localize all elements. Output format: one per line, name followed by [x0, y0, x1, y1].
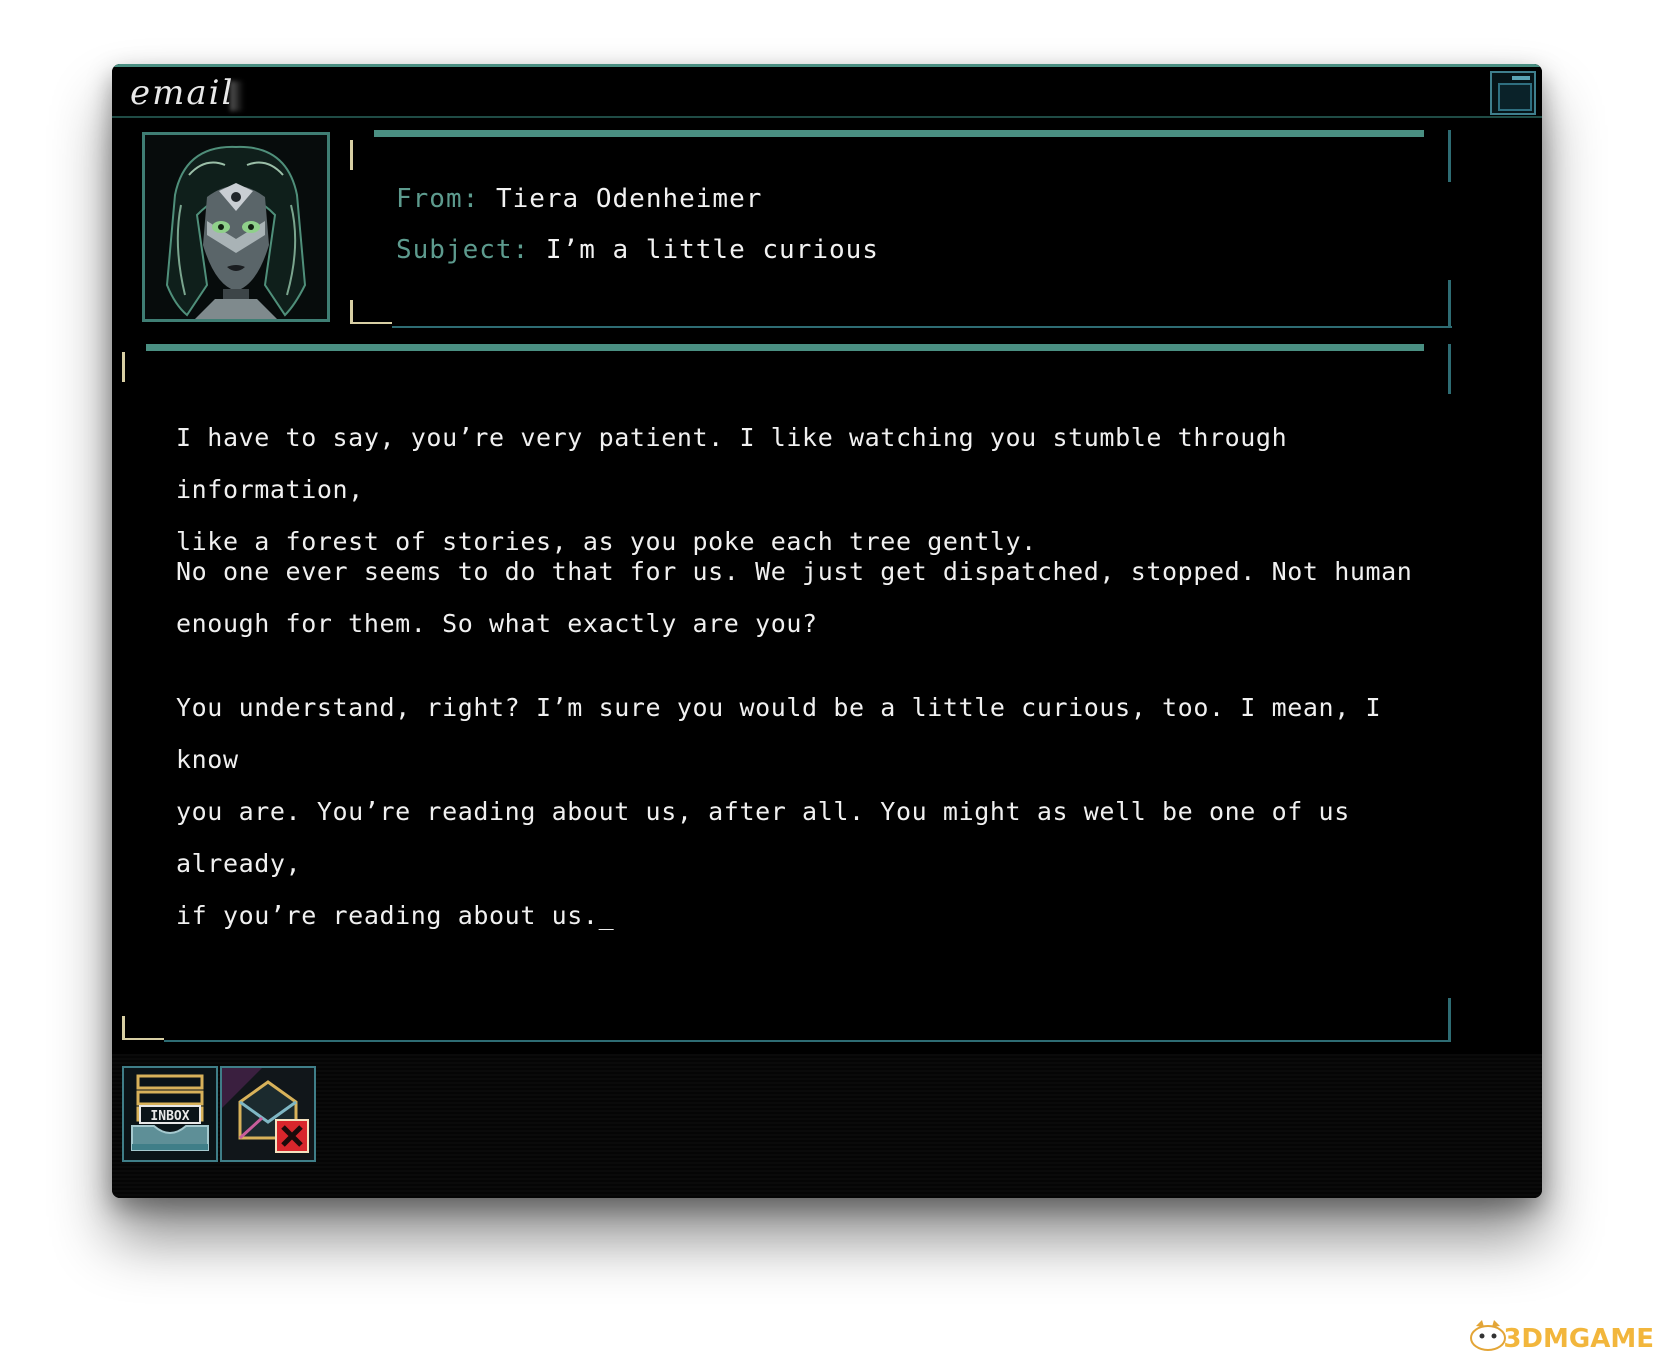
header-bracket-bottom-right [1448, 280, 1451, 326]
header-bottom-line [392, 326, 1452, 328]
email-header-panel: From: Tiera Odenheimer Subject: I’m a li… [350, 130, 1526, 340]
body-bracket-bottom-left [122, 1016, 125, 1038]
sender-avatar [142, 132, 330, 322]
body-paragraph-2: No one ever seems to do that for us. We … [176, 557, 1413, 638]
watermark-text: 3DMGAME [1503, 1324, 1654, 1354]
title-glow [230, 81, 244, 111]
watermark-mascot-icon [1470, 1320, 1506, 1351]
header-bracket-top-right [1448, 130, 1451, 182]
body-corner-accent [122, 1038, 164, 1040]
body-paragraph-3: You understand, right? I’m sure you woul… [176, 693, 1382, 930]
email-body-panel[interactable]: I have to say, you’re very patient. I li… [122, 344, 1526, 1042]
body-bracket-top-left [122, 352, 125, 382]
body-bracket-bottom-right [1448, 998, 1451, 1042]
subject-line: Subject: I’m a little curious [396, 235, 879, 265]
body-paragraph-1: I have to say, you’re very patient. I li… [176, 423, 1288, 556]
header-corner-accent [350, 322, 392, 324]
subject-value: I’m a little curious [545, 235, 879, 265]
subject-label: Subject: [396, 235, 530, 265]
inbox-label: INBOX [150, 1109, 189, 1124]
header-top-bar [374, 130, 1424, 137]
email-toolbar: INBOX [112, 1054, 1542, 1198]
email-window: email From: Tiera Odenheimer Subject: I’… [112, 64, 1542, 1198]
window-title: email [130, 73, 235, 113]
window-maximize-icon[interactable] [1490, 71, 1536, 115]
delete-email-button[interactable] [220, 1066, 316, 1162]
from-line: From: Tiera Odenheimer [396, 184, 762, 214]
header-bracket-top-left [350, 140, 353, 170]
header-bracket-bottom-left [350, 300, 353, 322]
from-value: Tiera Odenheimer [495, 184, 763, 214]
title-bar: email [112, 64, 1542, 118]
body-bracket-top-right [1448, 344, 1451, 394]
inbox-button[interactable]: INBOX [122, 1066, 218, 1162]
from-label: From: [396, 184, 480, 214]
body-bottom-line [164, 1040, 1450, 1042]
body-top-bar [146, 344, 1424, 351]
